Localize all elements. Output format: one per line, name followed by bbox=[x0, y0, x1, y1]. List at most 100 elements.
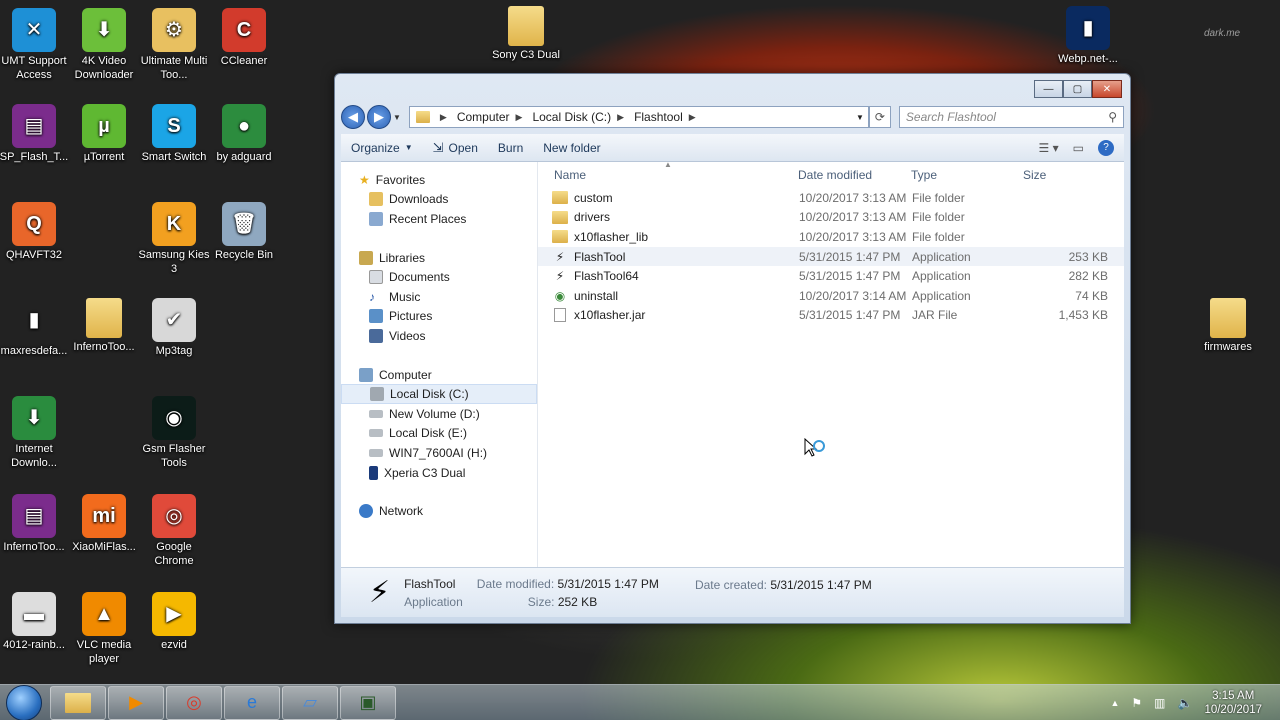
view-options-icon[interactable]: ☰ ▾ bbox=[1039, 141, 1059, 155]
chevron-right-icon[interactable]: ▶ bbox=[516, 112, 523, 123]
nav-documents[interactable]: Documents bbox=[341, 267, 537, 287]
nav-libraries[interactable]: Libraries bbox=[341, 248, 537, 268]
desktop-icon[interactable]: ◉ Gsm Flasher Tools bbox=[138, 396, 210, 470]
nav-computer[interactable]: Computer bbox=[341, 365, 537, 385]
file-name: custom bbox=[574, 190, 613, 205]
nav-win7-h[interactable]: WIN7_7600AI (H:) bbox=[341, 443, 537, 463]
nav-local-disk-e[interactable]: Local Disk (E:) bbox=[341, 424, 537, 444]
busy-cursor-icon bbox=[804, 438, 825, 457]
file-row[interactable]: drivers 10/20/2017 3:13 AM File folder bbox=[538, 208, 1124, 228]
desktop-icon[interactable]: ▶ ezvid bbox=[138, 592, 210, 652]
address-dropdown-icon[interactable]: ▼ bbox=[856, 113, 864, 122]
file-row[interactable]: x10flasher_lib 10/20/2017 3:13 AM File fol… bbox=[538, 227, 1124, 247]
open-icon: ⇲ bbox=[432, 139, 444, 155]
address-bar-row: ◀ ▶ ▼ ▶ Computer ▶ Local Disk (C:) ▶ Flash… bbox=[341, 104, 1124, 130]
desktop-icon[interactable]: ✔ Mp3tag bbox=[138, 298, 210, 358]
desktop-icon[interactable]: S Smart Switch bbox=[138, 104, 210, 164]
details-name: FlashTool bbox=[404, 576, 456, 591]
desktop-icon[interactable]: Q QHAVFT32 bbox=[0, 202, 70, 262]
nav-favorites[interactable]: ★ Favorites bbox=[341, 170, 537, 190]
app-icon: K bbox=[152, 202, 196, 246]
new-folder-button[interactable]: New folder bbox=[543, 141, 600, 155]
burn-button[interactable]: Burn bbox=[498, 141, 523, 155]
taskbar-explorer-button[interactable] bbox=[50, 685, 106, 720]
search-icon[interactable]: ⚲ bbox=[1108, 110, 1117, 124]
preview-pane-icon[interactable]: ▭ bbox=[1073, 141, 1084, 155]
app-icon: ▬ bbox=[12, 592, 56, 636]
address-bar[interactable]: ▶ Computer ▶ Local Disk (C:) ▶ Flashtool ▶ … bbox=[408, 106, 869, 128]
breadcrumb-computer[interactable]: Computer bbox=[457, 110, 510, 124]
desktop-icon[interactable]: ⬇ 4K Video Downloader bbox=[68, 8, 140, 82]
breadcrumb-flashtool[interactable]: Flashtool bbox=[634, 110, 683, 124]
desktop-icon[interactable]: ⬇ Internet Downlo... bbox=[0, 396, 70, 470]
nav-local-disk-c[interactable]: Local Disk (C:) bbox=[341, 384, 537, 404]
open-button[interactable]: ⇲ Open bbox=[433, 140, 478, 156]
app-icon: mi bbox=[82, 494, 126, 538]
taskbar-media-button[interactable]: ▶ bbox=[108, 685, 164, 720]
taskbar-chrome-button[interactable]: ◎ bbox=[166, 685, 222, 720]
help-icon[interactable]: ? bbox=[1098, 139, 1114, 156]
column-type[interactable]: Type bbox=[911, 168, 937, 182]
volume-icon[interactable]: 🔈 bbox=[1177, 696, 1192, 710]
file-row[interactable]: ⚡ FlashTool 5/31/2015 1:47 PM Application 25… bbox=[538, 246, 1124, 267]
action-center-icon[interactable]: ⚑ bbox=[1131, 696, 1142, 710]
chevron-right-icon[interactable]: ▶ bbox=[689, 112, 696, 123]
nav-music[interactable]: ♪ Music bbox=[341, 287, 537, 307]
desktop-icon-label: firmwares bbox=[1204, 341, 1252, 353]
network-status-icon[interactable]: ▥ bbox=[1154, 696, 1165, 710]
desktop-icon[interactable]: ⚙ Ultimate Multi Too... bbox=[138, 8, 210, 82]
app-icon: C bbox=[222, 8, 266, 52]
desktop-icon[interactable]: ▤ InfernoToo... bbox=[0, 494, 70, 554]
nav-downloads[interactable]: Downloads bbox=[341, 190, 537, 210]
desktop-icon[interactable]: K Samsung Kies 3 bbox=[138, 202, 210, 276]
desktop-icon[interactable]: ✕ UMT Support Access bbox=[0, 8, 70, 82]
desktop-icon[interactable]: firmwares bbox=[1192, 298, 1264, 354]
desktop-icon[interactable]: Sony C3 Dual bbox=[490, 6, 562, 62]
file-name: drivers bbox=[574, 210, 611, 225]
breadcrumb-local-disk[interactable]: Local Disk (C:) bbox=[532, 110, 611, 124]
file-row[interactable]: x10flasher.jar 5/31/2015 1:47 PM JAR File 1… bbox=[538, 306, 1124, 326]
desktop-icon[interactable]: ▤ SP_Flash_T... bbox=[0, 104, 70, 164]
maximize-button[interactable]: ▢ bbox=[1063, 80, 1092, 98]
column-size[interactable]: Size bbox=[1023, 168, 1046, 182]
close-button[interactable]: ✕ bbox=[1092, 80, 1122, 98]
back-button[interactable]: ◀ bbox=[341, 105, 365, 129]
taskbar-ie-button[interactable]: e bbox=[224, 685, 280, 720]
desktop-icon[interactable]: 🗑 Recycle Bin bbox=[208, 202, 280, 262]
desktop-icon[interactable]: InfernoToo... bbox=[68, 298, 140, 354]
desktop-icon[interactable]: C CCleaner bbox=[208, 8, 280, 68]
desktop-icon[interactable]: mi XiaoMiFlas... bbox=[68, 494, 140, 554]
desktop-icon[interactable]: ▬ 4012-rainb... bbox=[0, 592, 70, 652]
minimize-button[interactable]: — bbox=[1034, 80, 1063, 98]
desktop-icon[interactable]: ▮ maxresdefa... bbox=[0, 298, 70, 358]
forward-button[interactable]: ▶ bbox=[367, 105, 391, 129]
notepad-icon: ▱ bbox=[303, 692, 317, 712]
organize-button[interactable]: Organize ▼ bbox=[351, 141, 413, 155]
nav-recent-places[interactable]: Recent Places bbox=[341, 209, 537, 229]
refresh-button[interactable]: ⟳ bbox=[868, 106, 891, 128]
chevron-right-icon[interactable]: ▶ bbox=[617, 112, 624, 123]
star-icon: ★ bbox=[359, 172, 370, 187]
desktop-icon[interactable]: ◎ Google Chrome bbox=[138, 494, 210, 568]
column-date-modified[interactable]: Date modified bbox=[798, 168, 872, 182]
desktop-icon[interactable]: ▲ VLC media player bbox=[68, 592, 140, 666]
search-input[interactable]: Search Flashtool ⚲ bbox=[898, 106, 1124, 128]
nav-new-volume-d[interactable]: New Volume (D:) bbox=[341, 404, 537, 424]
desktop-icon[interactable]: ▮ Webp.net-... bbox=[1052, 6, 1124, 66]
recent-pages-dropdown-icon[interactable]: ▼ bbox=[393, 113, 401, 122]
show-hidden-icons-icon[interactable]: ▲ bbox=[1110, 698, 1119, 708]
taskbar-notepad-button[interactable]: ▱ bbox=[282, 685, 338, 720]
nav-xperia[interactable]: Xperia C3 Dual bbox=[341, 463, 537, 483]
column-name[interactable]: Name bbox=[554, 168, 586, 182]
nav-pictures[interactable]: Pictures bbox=[341, 307, 537, 327]
desktop-icon[interactable]: µ µTorrent bbox=[68, 104, 140, 164]
file-row[interactable]: ◉ uninstall 10/20/2017 3:14 AM Application 7… bbox=[538, 286, 1124, 306]
desktop-icon[interactable]: ● by adguard bbox=[208, 104, 280, 164]
nav-network[interactable]: Network bbox=[341, 501, 537, 521]
clock[interactable]: 3:15 AM 10/20/2017 bbox=[1204, 689, 1262, 717]
nav-videos[interactable]: Videos bbox=[341, 326, 537, 346]
taskbar-cmd-button[interactable]: ▣ bbox=[340, 685, 396, 720]
file-row[interactable]: custom 10/20/2017 3:13 AM File folder bbox=[538, 188, 1124, 208]
start-button[interactable] bbox=[6, 684, 42, 720]
file-row[interactable]: ⚡ FlashTool64 5/31/2015 1:47 PM Application… bbox=[538, 266, 1124, 286]
